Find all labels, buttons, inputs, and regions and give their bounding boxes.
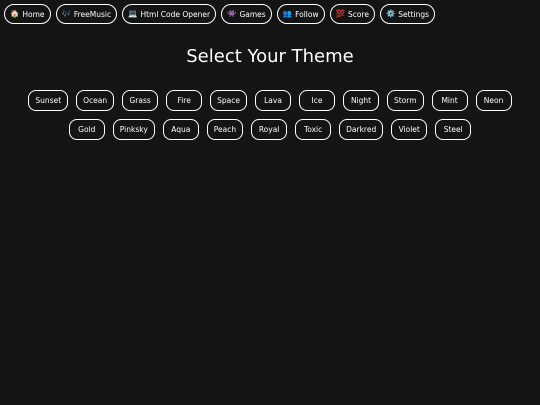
nav-html-code-opener-label: Html Code Opener — [140, 9, 211, 19]
nav-follow-label: Follow — [295, 9, 319, 19]
theme-button-grass[interactable]: Grass — [122, 90, 159, 111]
theme-button-violet[interactable]: Violet — [391, 119, 428, 140]
theme-button-storm[interactable]: Storm — [387, 90, 424, 111]
theme-button-mint[interactable]: Mint — [431, 90, 468, 111]
theme-button-pinksky[interactable]: Pinksky — [112, 119, 155, 140]
theme-button-fire[interactable]: Fire — [166, 90, 203, 111]
theme-button-peach[interactable]: Peach — [206, 119, 244, 140]
theme-button-sunset[interactable]: Sunset — [28, 90, 69, 111]
nav-html-code-opener-button[interactable]: 💻 Html Code Opener — [122, 4, 217, 24]
page-title: Select Your Theme — [186, 46, 354, 67]
theme-button-ocean[interactable]: Ocean — [76, 90, 115, 111]
gear-icon: ⚙️ — [385, 9, 396, 19]
laptop-icon: 💻 — [128, 9, 138, 19]
home-icon: 🏠 — [10, 9, 20, 19]
nav-score-label: Score — [347, 9, 369, 19]
theme-button-gold[interactable]: Gold — [68, 119, 105, 140]
top-nav: 🏠 Home 🎶 FreeMusic 💻 Html Code Opener 👾 … — [4, 4, 436, 24]
users-icon: 👥 — [282, 9, 293, 19]
nav-freemusic-button[interactable]: 🎶 FreeMusic — [55, 4, 118, 24]
theme-button-darkred[interactable]: Darkred — [339, 119, 384, 140]
nav-games-button[interactable]: 👾 Games — [221, 4, 272, 24]
nav-settings-button[interactable]: ⚙️ Settings — [379, 4, 436, 24]
nav-games-label: Games — [239, 9, 266, 19]
theme-button-space[interactable]: Space — [210, 90, 248, 111]
nav-settings-label: Settings — [398, 9, 430, 19]
nav-freemusic-label: FreeMusic — [73, 9, 112, 19]
nav-score-button[interactable]: 💯 Score — [329, 4, 375, 24]
hundred-icon: 💯 — [335, 9, 345, 19]
theme-button-steel[interactable]: Steel — [435, 119, 472, 140]
game-icon: 👾 — [227, 9, 237, 19]
nav-home-label: Home — [22, 9, 45, 19]
nav-home-button[interactable]: 🏠 Home — [4, 4, 51, 24]
theme-button-list: Sunset Ocean Grass Fire Space Lava Ice N… — [16, 90, 524, 140]
theme-button-neon[interactable]: Neon — [475, 90, 512, 111]
theme-button-royal[interactable]: Royal — [251, 119, 288, 140]
theme-button-aqua[interactable]: Aqua — [162, 119, 199, 140]
theme-button-toxic[interactable]: Toxic — [295, 119, 332, 140]
theme-button-lava[interactable]: Lava — [255, 90, 292, 111]
theme-button-ice[interactable]: Ice — [299, 90, 336, 111]
music-icon: 🎶 — [61, 9, 71, 19]
nav-follow-button[interactable]: 👥 Follow — [276, 4, 325, 24]
theme-button-night[interactable]: Night — [343, 90, 380, 111]
